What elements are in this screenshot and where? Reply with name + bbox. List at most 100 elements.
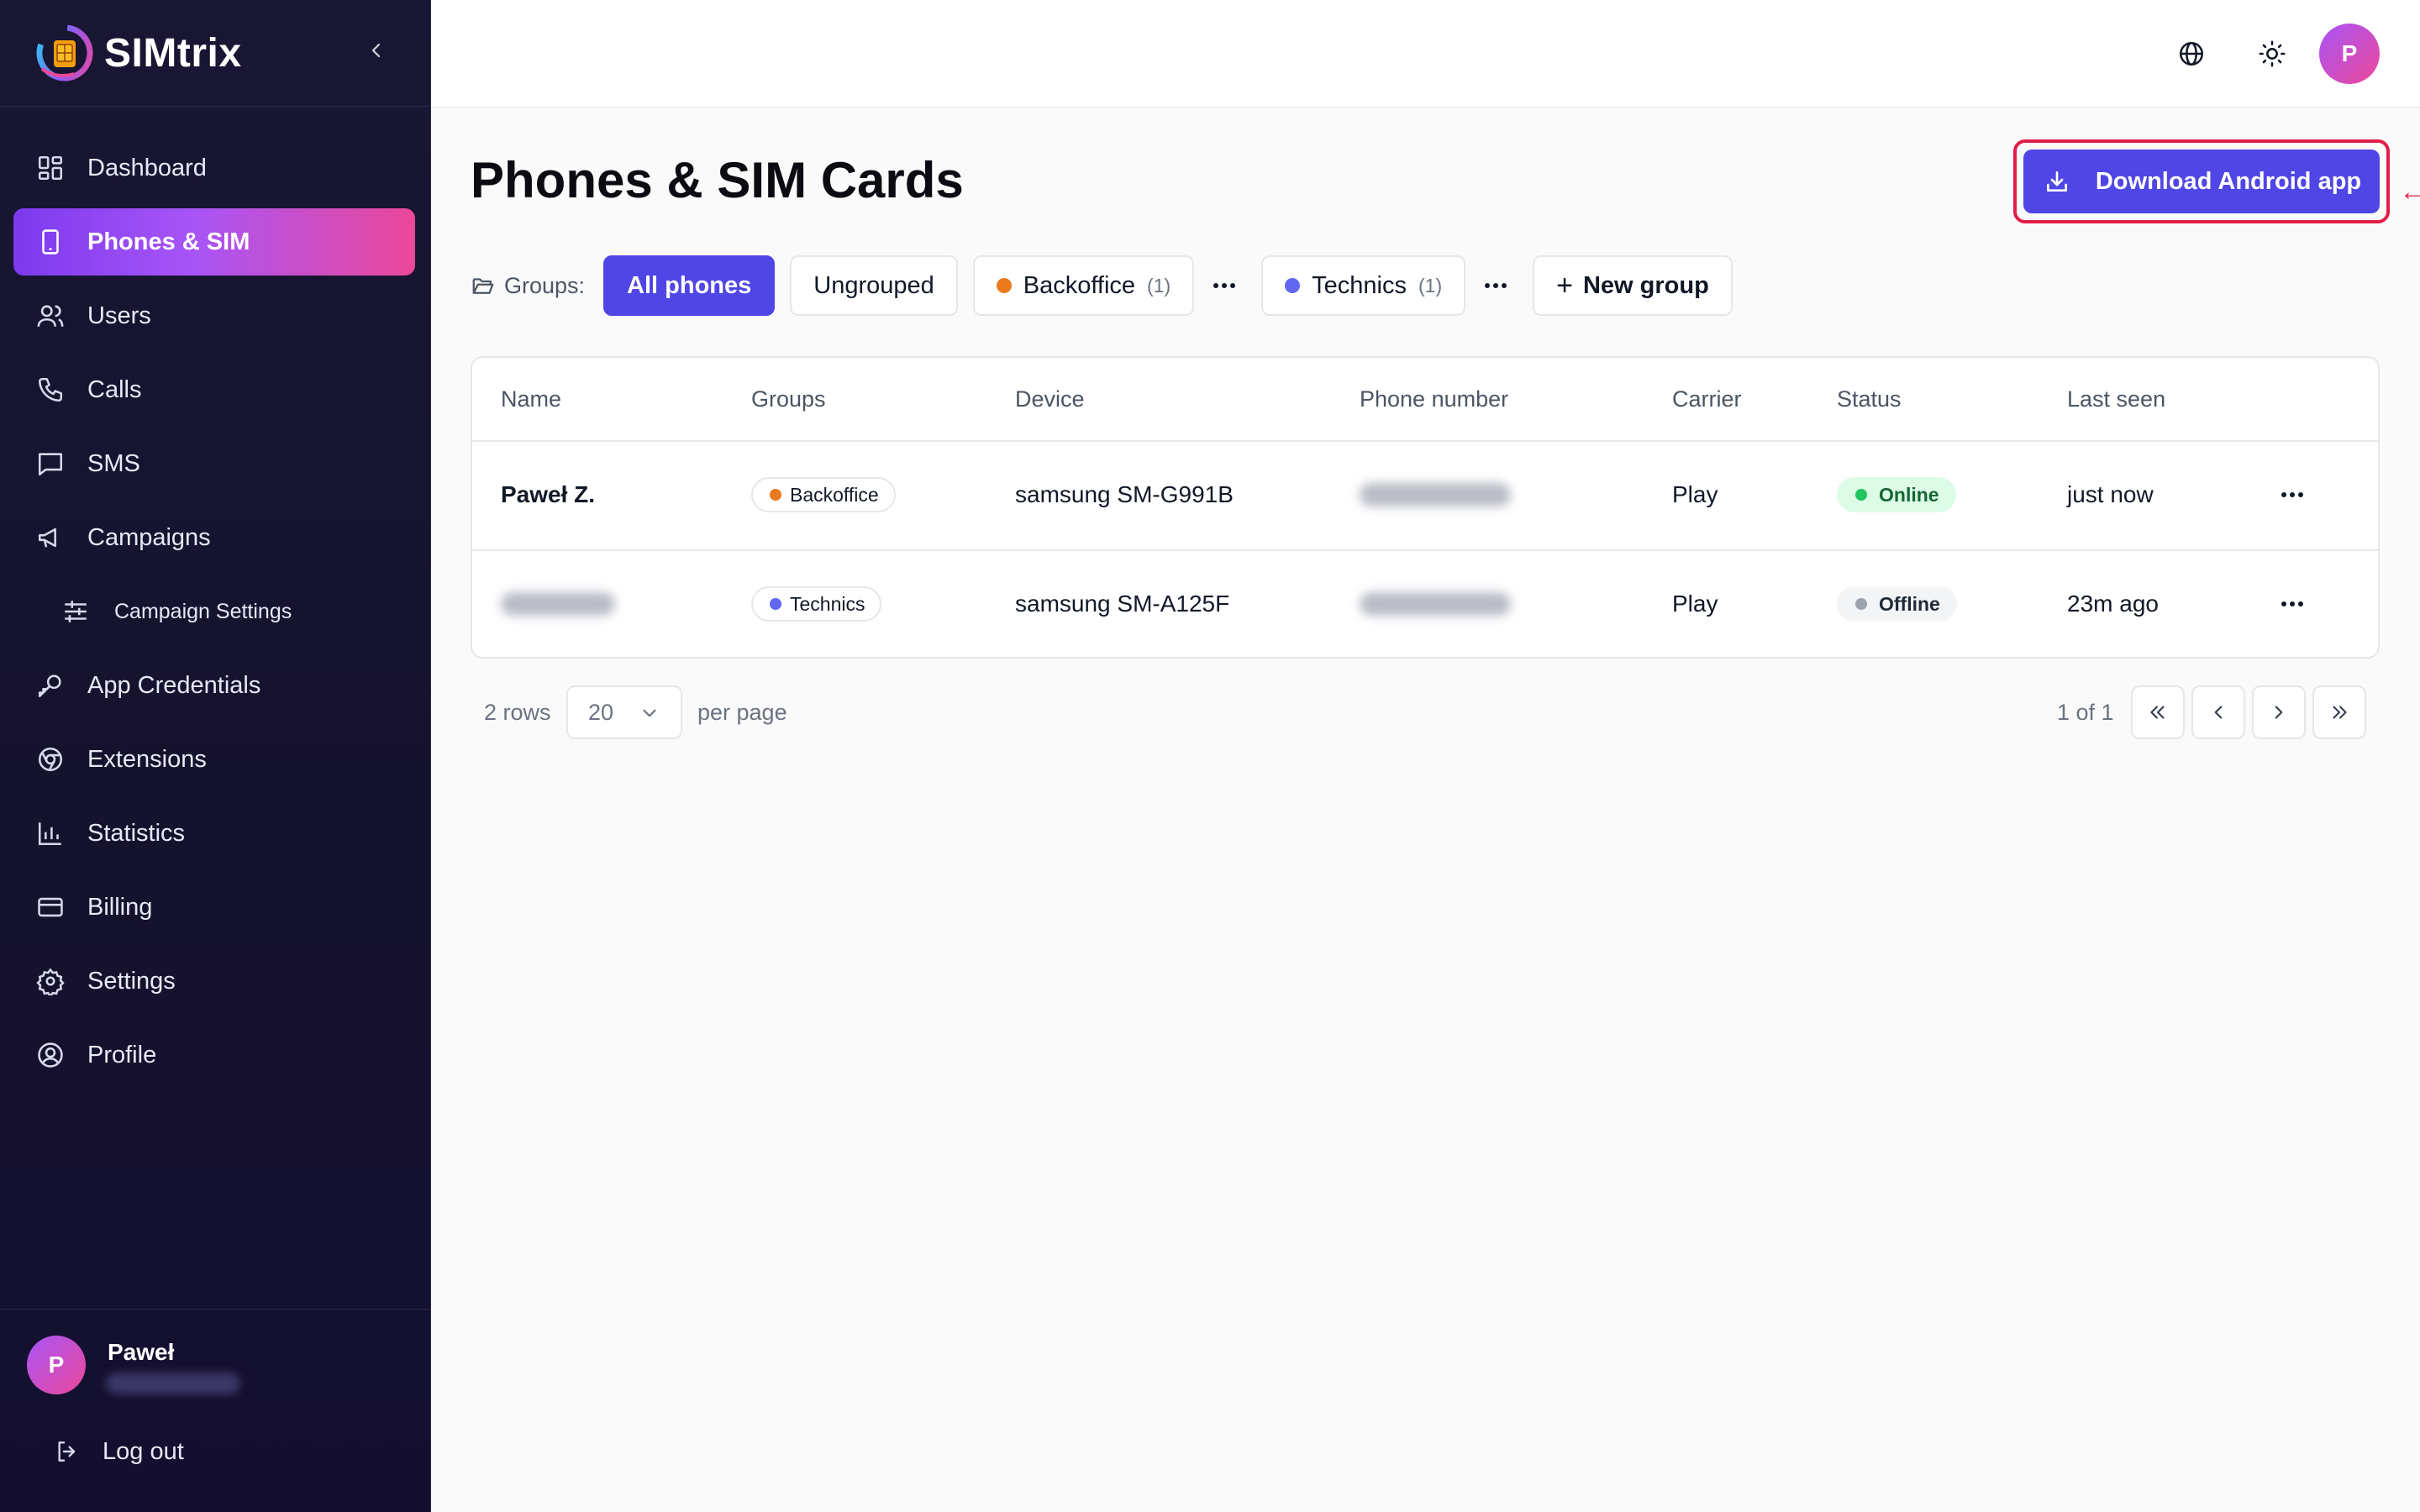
groups-cell: Technics [751, 549, 882, 657]
chip-label: New group [1582, 271, 1709, 299]
globe-icon [2179, 41, 2204, 66]
group-chip-backoffice[interactable]: Backoffice (1) [972, 255, 1195, 316]
sidebar-item-statistics[interactable]: Statistics [13, 800, 415, 867]
table-row[interactable]: Technics samsung SM-A125F Play Offline 2… [472, 549, 2378, 657]
column-header-groups[interactable]: Groups [751, 358, 826, 440]
sidebar-item-label: Phones & SIM [87, 228, 250, 255]
sidebar-item-phones-sim[interactable]: Phones & SIM [13, 208, 415, 276]
download-android-app-button[interactable]: Download Android app [2023, 150, 2380, 213]
group-badge: Technics [751, 586, 882, 622]
last-seen: just now [2067, 481, 2154, 507]
new-group-button[interactable]: + New group [1533, 255, 1733, 316]
more-horizontal-icon [1485, 283, 1507, 288]
phones-table: Name Groups Device Phone number Carrier … [471, 356, 2380, 659]
sidebar-item-label: Extensions [87, 745, 207, 773]
group-chip-all-phones[interactable]: All phones [603, 255, 776, 316]
sidebar-item-campaigns[interactable]: Campaigns [13, 504, 415, 571]
sidebar-item-sms[interactable]: SMS [13, 430, 415, 497]
device-name: samsung SM-A125F [1015, 591, 1230, 617]
status-label: Offline [1879, 592, 1940, 615]
column-header-name[interactable]: Name [501, 358, 561, 440]
phone-icon [34, 373, 67, 407]
group-color-dot [770, 489, 781, 501]
sidebar-item-extensions[interactable]: Extensions [13, 726, 415, 793]
chip-label: Ungrouped [813, 271, 934, 299]
sidebar-item-dashboard[interactable]: Dashboard [13, 134, 415, 202]
download-button-label: Download Android app [2095, 167, 2362, 195]
phone-name: Paweł Z. [501, 481, 596, 507]
user-name: Paweł [108, 1339, 175, 1365]
group-chip-ungrouped[interactable]: Ungrouped [790, 255, 958, 316]
column-header-carrier[interactable]: Carrier [1672, 358, 1742, 440]
sidebar-item-settings[interactable]: Settings [13, 948, 415, 1015]
column-header-status[interactable]: Status [1837, 358, 1902, 440]
column-header-phone-number[interactable]: Phone number [1360, 358, 1508, 440]
chip-count: (1) [1418, 274, 1443, 297]
group-badge-label: Backoffice [790, 483, 879, 506]
sidebar-item-label: App Credentials [87, 671, 261, 699]
groups-label: Groups: [471, 272, 585, 299]
collapse-sidebar-button[interactable] [361, 35, 392, 66]
plus-icon: + [1556, 269, 1573, 302]
group-color-dot [770, 598, 781, 610]
sidebar-item-label: SMS [87, 449, 140, 477]
smartphone-icon [34, 225, 67, 259]
divider [0, 106, 430, 107]
sidebar-item-calls[interactable]: Calls [13, 356, 415, 423]
phone-number-redacted [1360, 549, 1511, 657]
sidebar-item-users[interactable]: Users [13, 282, 415, 349]
user-circle-icon [34, 1038, 67, 1072]
sidebar-item-label: Campaign Settings [114, 599, 292, 623]
brand[interactable]: SIMtrix [30, 18, 242, 87]
page-title: Phones & SIM Cards [471, 152, 964, 208]
per-page-select[interactable]: 20 [566, 685, 682, 739]
chevron-right-icon [2275, 706, 2283, 719]
row-actions-cell [2272, 549, 2312, 657]
group-chip-technics[interactable]: Technics (1) [1261, 255, 1466, 316]
sidebar-item-app-credentials[interactable]: App Credentials [13, 652, 415, 719]
per-page-value: 20 [588, 699, 614, 725]
sidebar-item-label: Dashboard [87, 154, 207, 181]
next-page-button[interactable] [2252, 685, 2306, 739]
status-dot [1855, 598, 1867, 610]
group-more-button[interactable] [1207, 269, 1241, 302]
rows-count: 2 rows [484, 699, 551, 725]
key-icon [34, 669, 67, 702]
table-row[interactable]: Paweł Z. Backoffice samsung SM-G991B Pla… [472, 440, 2378, 551]
column-header-device[interactable]: Device [1015, 358, 1085, 440]
status-badge: Online [1837, 477, 1956, 512]
sidebar-item-billing[interactable]: Billing [13, 874, 415, 941]
last-seen: 23m ago [2067, 591, 2159, 617]
logout-button[interactable]: Log out [50, 1435, 184, 1468]
chip-label: Backoffice [1023, 271, 1136, 299]
phone-name-redacted [501, 549, 615, 657]
more-horizontal-icon [2281, 492, 2303, 497]
column-header-last-seen[interactable]: Last seen [2067, 358, 2165, 440]
first-page-button[interactable] [2131, 685, 2185, 739]
row-more-button[interactable] [2272, 475, 2312, 515]
chrome-icon [34, 743, 67, 776]
sidebar-item-campaign-settings[interactable]: Campaign Settings [13, 578, 415, 645]
last-page-button[interactable] [2312, 685, 2366, 739]
previous-page-button[interactable] [2191, 685, 2245, 739]
per-page-label: per page [697, 699, 787, 725]
arrow-left-icon: ← [2400, 178, 2420, 206]
status-cell: Offline [1837, 549, 1957, 657]
group-color-dot [996, 278, 1012, 293]
status-dot [1855, 489, 1867, 501]
sidebar-item-profile[interactable]: Profile [13, 1021, 415, 1089]
row-more-button[interactable] [2272, 584, 2312, 624]
bar-chart-icon [34, 816, 67, 850]
row-actions-cell [2272, 440, 2312, 549]
user-avatar-button[interactable]: P [2319, 24, 2380, 84]
sidebar: SIMtrix Dashboard Phones & SIM Users Cal… [0, 0, 431, 1512]
logout-icon [50, 1435, 84, 1468]
megaphone-icon [34, 521, 67, 554]
carrier: Play [1672, 481, 1718, 507]
sidebar-user[interactable]: P Paweł [27, 1336, 240, 1394]
language-button[interactable] [2171, 34, 2212, 74]
theme-toggle-button[interactable] [2252, 34, 2292, 74]
credit-card-icon [34, 890, 67, 924]
group-more-button[interactable] [1479, 269, 1512, 302]
message-icon [34, 447, 67, 480]
